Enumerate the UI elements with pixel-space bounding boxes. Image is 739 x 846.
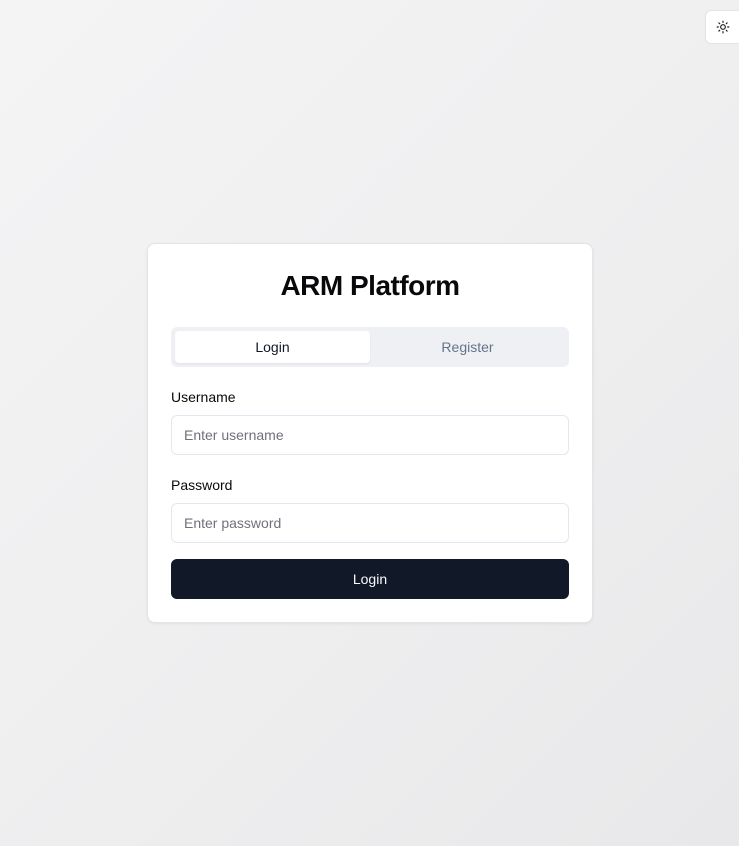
password-input[interactable] <box>171 503 569 543</box>
sun-icon <box>716 20 730 34</box>
password-label: Password <box>171 477 233 493</box>
auth-tabs: Login Register <box>171 327 569 367</box>
theme-toggle-button[interactable] <box>705 10 739 44</box>
login-button[interactable]: Login <box>171 559 569 599</box>
page-title: ARM Platform <box>280 270 460 301</box>
username-input[interactable] <box>171 415 569 455</box>
login-card: ARM Platform Login Register Username Pas… <box>147 243 593 623</box>
tab-login[interactable]: Login <box>175 331 370 363</box>
username-label: Username <box>171 389 236 405</box>
tab-register[interactable]: Register <box>370 331 565 363</box>
